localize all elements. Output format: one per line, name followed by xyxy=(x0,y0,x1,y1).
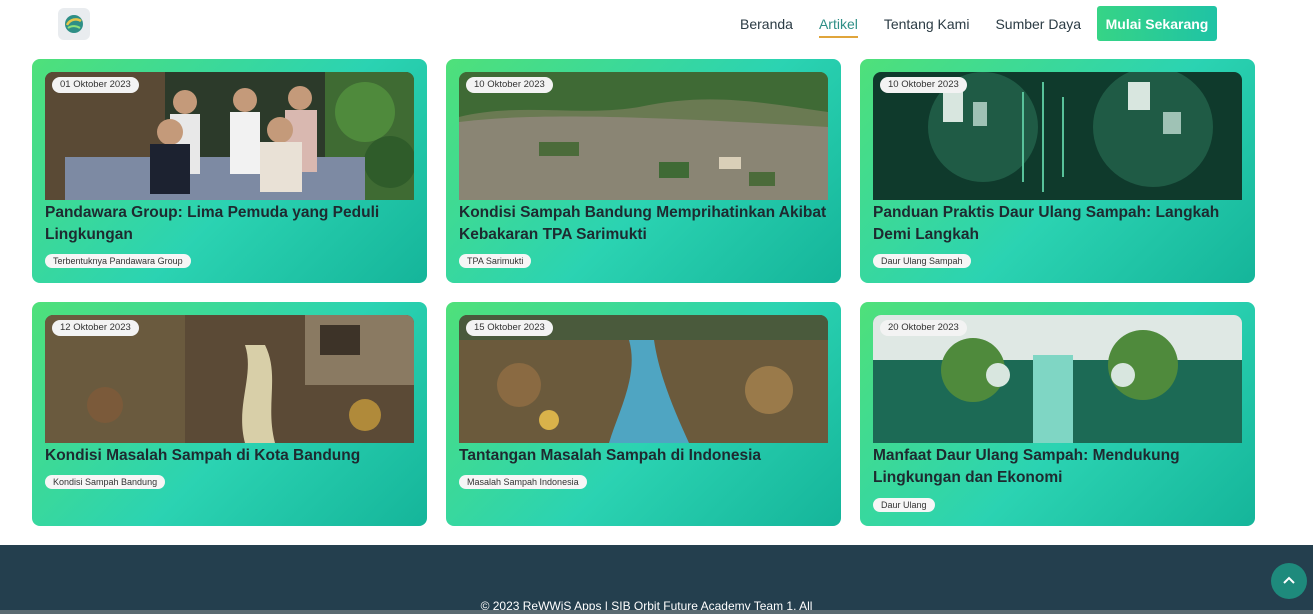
nav-link-artikel[interactable]: Artikel xyxy=(818,10,858,38)
date-badge: 20 Oktober 2023 xyxy=(880,320,967,336)
footer: © 2023 ReWWiS Apps | SIB Orbit Future Ac… xyxy=(0,545,1313,614)
article-title[interactable]: Manfaat Daur Ulang Sampah: Mendukung Lin… xyxy=(873,445,1243,489)
article-title[interactable]: Kondisi Sampah Bandung Memprihatinkan Ak… xyxy=(459,202,829,246)
article-tag[interactable]: Masalah Sampah Indonesia xyxy=(459,475,587,489)
chevron-up-icon xyxy=(1283,576,1295,584)
nav-link-sumber-daya[interactable]: Sumber Daya xyxy=(995,10,1081,38)
date-badge: 12 Oktober 2023 xyxy=(52,320,139,336)
navbar: Beranda Artikel Tentang Kami Sumber Daya… xyxy=(0,0,1313,48)
nav-link-beranda[interactable]: Beranda xyxy=(740,10,793,38)
logo[interactable] xyxy=(58,8,90,40)
article-tag[interactable]: Kondisi Sampah Bandung xyxy=(45,475,166,489)
article-image[interactable]: 10 Oktober 2023 xyxy=(873,72,1242,200)
article-title[interactable]: Panduan Praktis Daur Ulang Sampah: Langk… xyxy=(873,202,1243,246)
article-tag[interactable]: Terbentuknya Pandawara Group xyxy=(45,254,191,268)
nav-link-tentang-kami[interactable]: Tentang Kami xyxy=(884,10,970,38)
article-title[interactable]: Pandawara Group: Lima Pemuda yang Peduli… xyxy=(45,202,415,246)
scroll-to-top-button[interactable] xyxy=(1271,563,1307,599)
date-badge: 10 Oktober 2023 xyxy=(466,77,553,93)
article-card[interactable]: 10 Oktober 2023 Panduan Praktis Daur Ula… xyxy=(860,59,1255,283)
mulai-sekarang-button[interactable]: Mulai Sekarang xyxy=(1097,6,1217,41)
article-image[interactable]: 10 Oktober 2023 xyxy=(459,72,828,200)
date-badge: 01 Oktober 2023 xyxy=(52,77,139,93)
article-card[interactable]: 10 Oktober 2023 Kondisi Sampah Bandung M… xyxy=(446,59,841,283)
article-image[interactable]: 20 Oktober 2023 xyxy=(873,315,1242,443)
recycle-globe-logo-icon xyxy=(65,15,83,33)
date-badge: 15 Oktober 2023 xyxy=(466,320,553,336)
article-image[interactable]: 15 Oktober 2023 xyxy=(459,315,828,443)
nav-links: Beranda Artikel Tentang Kami Sumber Daya xyxy=(740,0,1107,48)
article-title[interactable]: Kondisi Masalah Sampah di Kota Bandung xyxy=(45,445,415,467)
article-card[interactable]: 15 Oktober 2023 Tantangan Masalah Sampah… xyxy=(446,302,841,526)
article-title[interactable]: Tantangan Masalah Sampah di Indonesia xyxy=(459,445,829,467)
article-card[interactable]: 12 Oktober 2023 Kondisi Masalah Sampah d… xyxy=(32,302,427,526)
article-tag[interactable]: Daur Ulang Sampah xyxy=(873,254,971,268)
horizontal-scrollbar[interactable] xyxy=(0,610,1313,614)
article-tag[interactable]: TPA Sarimukti xyxy=(459,254,532,268)
article-tag[interactable]: Daur Ulang xyxy=(873,498,935,512)
article-card[interactable]: 01 Oktober 2023 Pandawara Group: Lima Pe… xyxy=(32,59,427,283)
article-card[interactable]: 20 Oktober 2023 Manfaat Daur Ulang Sampa… xyxy=(860,302,1255,526)
date-badge: 10 Oktober 2023 xyxy=(880,77,967,93)
article-image[interactable]: 12 Oktober 2023 xyxy=(45,315,414,443)
article-image[interactable]: 01 Oktober 2023 xyxy=(45,72,414,200)
